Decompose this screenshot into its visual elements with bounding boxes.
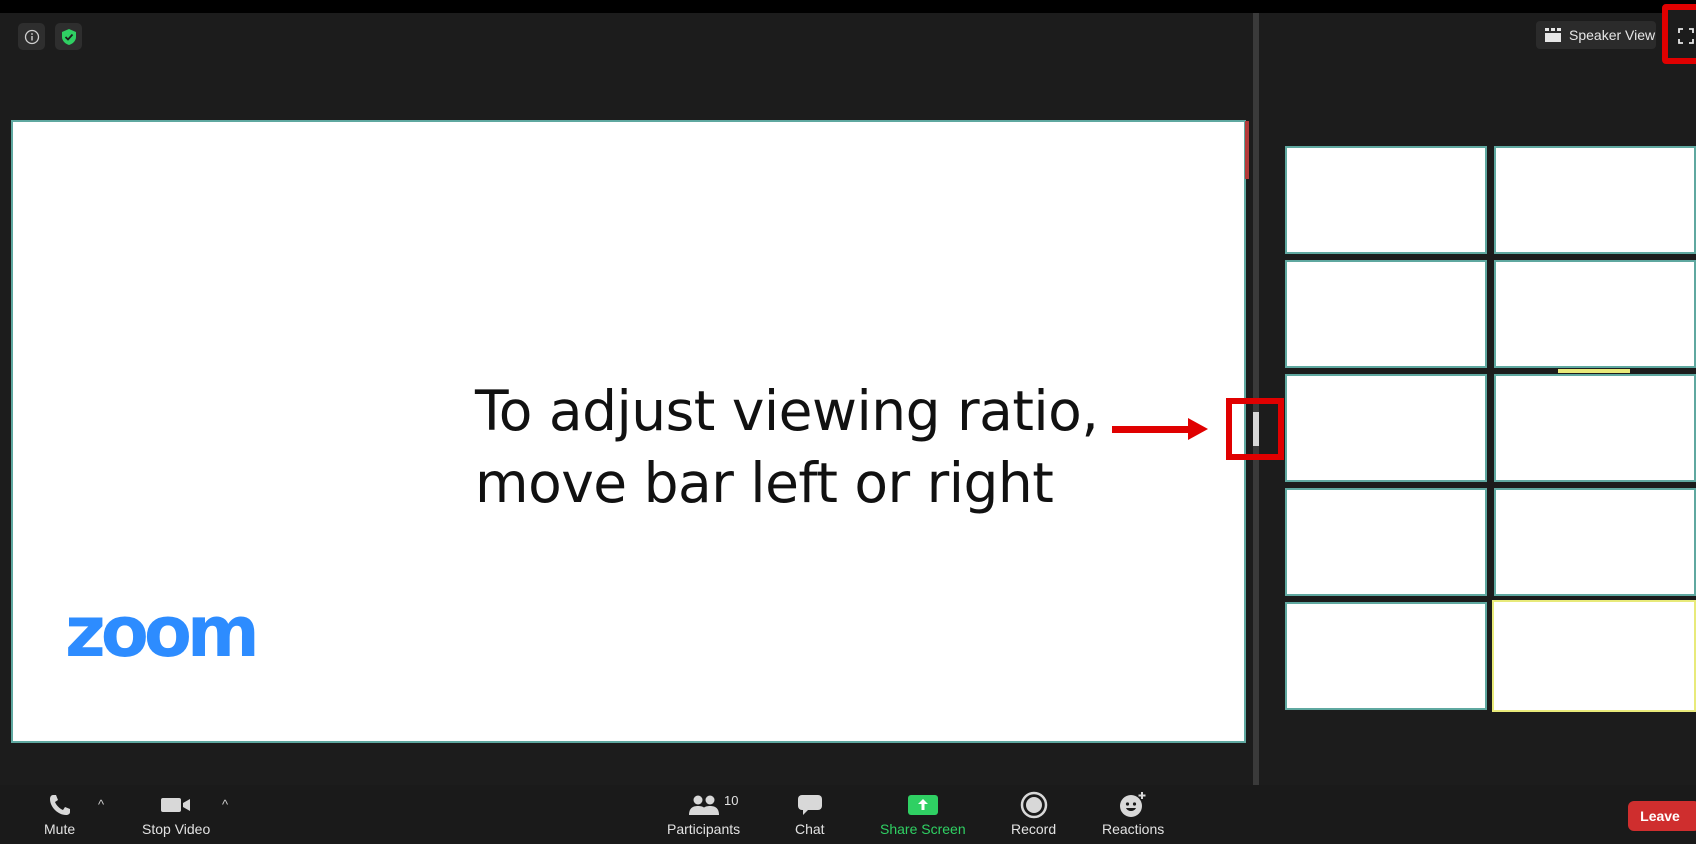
video-options-caret-icon[interactable]: ^	[222, 797, 228, 812]
annotation-arrow-head	[1188, 418, 1208, 440]
mute-button[interactable]: Mute	[44, 791, 75, 837]
reactions-label: Reactions	[1102, 821, 1165, 837]
participants-icon	[688, 795, 719, 815]
fullscreen-icon	[1678, 28, 1694, 44]
speaker-view-label: Speaker View	[1569, 27, 1656, 43]
gallery-panel	[1285, 146, 1696, 712]
video-tile[interactable]	[1494, 260, 1696, 368]
video-tile[interactable]	[1285, 260, 1487, 368]
audio-options-caret-icon[interactable]: ^	[98, 797, 104, 812]
instruction-line-2: move bar left or right	[475, 451, 1054, 515]
video-tile[interactable]	[1494, 488, 1696, 596]
instruction-text: To adjust viewing ratio, move bar left o…	[475, 375, 1155, 519]
record-label: Record	[1011, 821, 1057, 837]
video-tile[interactable]	[1285, 374, 1487, 482]
video-tile[interactable]	[1285, 146, 1487, 254]
chat-bubble-icon	[797, 795, 822, 815]
record-button[interactable]: Record	[1011, 791, 1056, 837]
phone-icon	[49, 795, 70, 815]
reactions-smiley-icon	[1120, 792, 1146, 817]
video-camera-icon	[161, 798, 191, 812]
chat-button[interactable]: Chat	[795, 791, 825, 837]
share-screen-icon	[907, 795, 938, 815]
record-icon	[1020, 791, 1047, 819]
participants-count: 10	[724, 793, 739, 808]
annotation-arrow-line	[1112, 426, 1192, 433]
video-tile-active-speaker[interactable]	[1492, 600, 1696, 712]
meeting-toolbar: Mute ^ Stop Video ^ Participants 10 Chat…	[0, 785, 1696, 844]
video-tile[interactable]	[1494, 146, 1696, 254]
chat-label: Chat	[795, 821, 825, 837]
zoom-meeting-window: Speaker View To adjust viewing ratio, mo…	[0, 0, 1696, 844]
handle-annotation-box	[1226, 398, 1284, 460]
top-strip	[0, 0, 1696, 13]
participants-label: Participants	[667, 821, 741, 837]
stage-edge-marker	[1245, 121, 1249, 179]
zoom-logo: zoom	[65, 591, 260, 673]
instruction-line-1: To adjust viewing ratio,	[475, 379, 1099, 443]
speaking-indicator	[1558, 369, 1630, 373]
share-screen-label: Share Screen	[880, 821, 966, 837]
video-tile[interactable]	[1285, 602, 1487, 710]
speaker-view-button[interactable]: Speaker View	[1536, 21, 1656, 49]
share-screen-button[interactable]: Share Screen	[880, 791, 966, 837]
info-icon[interactable]	[18, 23, 45, 50]
stop-video-label: Stop Video	[142, 821, 211, 837]
leave-button[interactable]: Leave	[1628, 801, 1696, 831]
top-left-icons	[18, 23, 82, 50]
shield-check-icon[interactable]	[55, 23, 82, 50]
video-tile[interactable]	[1494, 374, 1696, 482]
stop-video-button[interactable]: Stop Video	[142, 791, 210, 837]
mute-label: Mute	[44, 821, 76, 837]
reactions-button[interactable]: Reactions	[1102, 791, 1164, 837]
fullscreen-button[interactable]	[1662, 4, 1696, 64]
video-tile[interactable]	[1285, 488, 1487, 596]
speaker-view-icon	[1545, 28, 1561, 42]
